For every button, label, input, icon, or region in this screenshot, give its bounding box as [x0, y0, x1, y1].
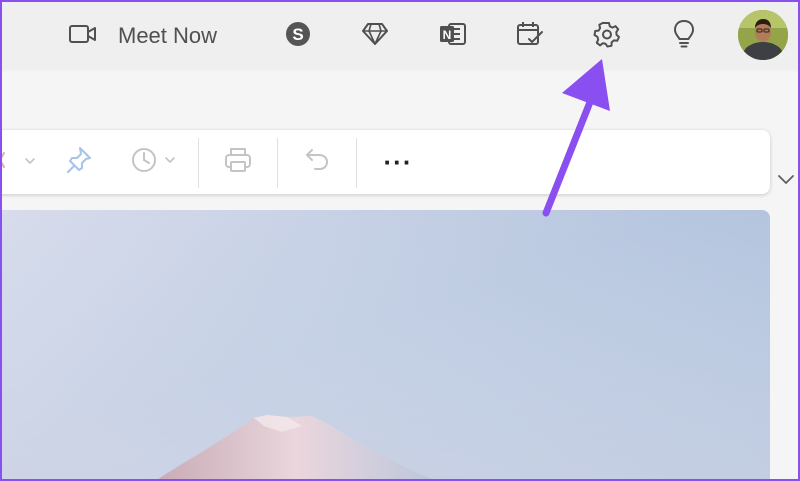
snooze-button[interactable] [130, 146, 186, 178]
onenote-button[interactable]: N [436, 20, 470, 52]
message-image [2, 210, 770, 479]
more-actions-button[interactable]: ··· [382, 146, 414, 178]
tips-button[interactable] [668, 19, 700, 54]
meet-now-button[interactable]: Meet Now [68, 20, 248, 52]
toolbar-divider [277, 138, 278, 188]
reading-pane: ··· [2, 72, 798, 479]
calendar-check-icon [515, 20, 545, 53]
toolbar-divider [198, 138, 199, 188]
gear-icon [593, 20, 621, 53]
clock-icon [130, 145, 186, 180]
skype-button[interactable]: S [282, 20, 314, 52]
print-button[interactable] [222, 146, 254, 178]
toolbar-divider [356, 138, 357, 188]
expand-button[interactable] [774, 170, 798, 188]
flag-icon [2, 145, 44, 180]
flag-button[interactable] [2, 145, 44, 180]
my-day-button[interactable] [514, 20, 546, 52]
diamond-icon [361, 21, 389, 52]
undo-button[interactable] [301, 146, 333, 178]
avatar[interactable] [738, 10, 788, 60]
print-icon [223, 146, 253, 179]
lightbulb-icon [672, 19, 696, 54]
header-bar: Meet Now S N [2, 2, 798, 70]
video-camera-icon [68, 23, 98, 50]
skype-icon: S [284, 20, 312, 53]
svg-text:N: N [443, 28, 452, 42]
settings-button[interactable] [591, 20, 623, 52]
message-toolbar: ··· [2, 130, 770, 194]
pin-icon [65, 145, 93, 180]
undo-icon [303, 146, 331, 179]
svg-text:S: S [292, 25, 303, 44]
more-actions-label: ··· [383, 147, 413, 177]
onenote-icon: N [438, 20, 468, 53]
outlook-window: Meet Now S N ··· [0, 0, 800, 481]
chevron-down-icon [774, 175, 798, 192]
pin-button[interactable] [64, 146, 94, 178]
premium-button[interactable] [359, 20, 391, 52]
meet-now-label: Meet Now [118, 23, 218, 48]
